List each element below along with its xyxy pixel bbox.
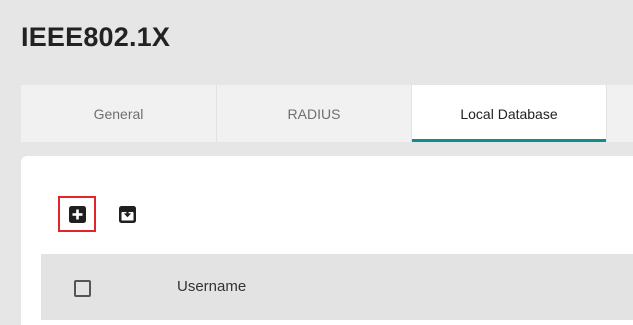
page-title: IEEE802.1X: [21, 22, 171, 52]
tab-bar: General RADIUS Local Database: [21, 85, 633, 142]
add-user-button[interactable]: [58, 196, 96, 232]
tab-label: RADIUS: [287, 105, 341, 122]
tab-general[interactable]: General: [21, 85, 216, 142]
local-database-card: Username: [21, 156, 633, 325]
tab-radius[interactable]: RADIUS: [216, 85, 411, 142]
table-header: Username: [41, 254, 633, 320]
add-box-icon: [68, 205, 86, 223]
select-all-checkbox[interactable]: [74, 280, 91, 297]
tab-local-database[interactable]: Local Database: [411, 85, 606, 142]
column-header-username[interactable]: Username: [177, 278, 246, 295]
tab-bar-filler: [606, 85, 633, 142]
tab-label: General: [93, 105, 144, 122]
app-window: IEEE802.1X General RADIUS Local Database: [0, 0, 633, 325]
export-button[interactable]: [108, 196, 146, 232]
tab-label: Local Database: [460, 105, 558, 122]
download-box-icon: [118, 205, 136, 223]
